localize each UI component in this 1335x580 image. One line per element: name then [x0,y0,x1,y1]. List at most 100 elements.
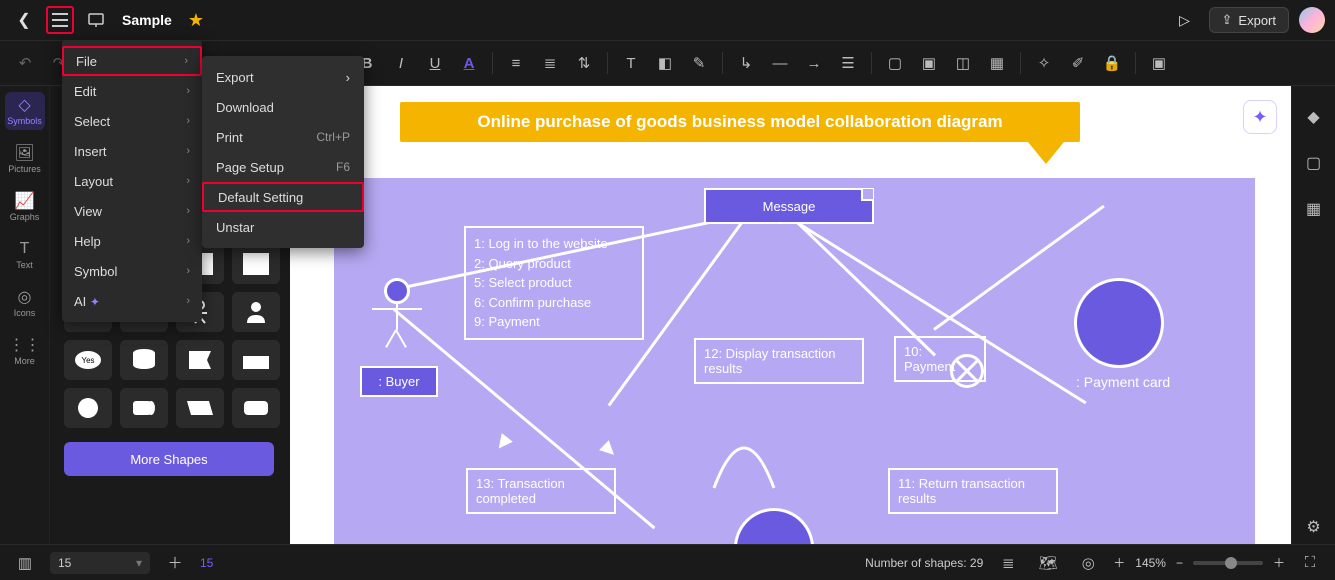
payment-card-circle[interactable] [1074,278,1164,368]
file-submenu: Export› Download PrintCtrl+P Page SetupF… [202,56,364,248]
list-button[interactable]: ☰ [833,48,863,78]
ai-badge[interactable]: ✦ [1243,100,1277,134]
zoom-value: 145% [1135,556,1166,570]
zoom-plus-left[interactable]: ＋ [1113,554,1125,571]
diagram-title-banner[interactable]: Online purchase of goods business model … [400,102,1080,142]
effects-button[interactable]: ✧ [1029,48,1059,78]
menu-insert[interactable]: Insert› [62,136,202,166]
user-avatar[interactable] [1299,7,1325,33]
shape-yes[interactable]: Yes [64,340,112,380]
message-node[interactable]: Message [704,188,874,224]
lock-button[interactable]: 🔒 [1097,48,1127,78]
hamburger-menu-button[interactable] [46,6,74,34]
shape-cylinder[interactable] [120,340,168,380]
back-button[interactable]: ❮ [10,6,38,34]
italic-button[interactable]: I [386,48,416,78]
shape-panel[interactable] [232,244,280,284]
focus-icon[interactable]: ◎ [1073,548,1103,578]
connector-button[interactable]: ↳ [731,48,761,78]
main-menu-dropdown: File› Edit› Select› Insert› Layout› View… [62,40,202,322]
menu-file[interactable]: File› [62,46,202,76]
shape-person[interactable] [232,292,280,332]
menu-view[interactable]: View› [62,196,202,226]
menu-layout[interactable]: Layout› [62,166,202,196]
line-spacing-button[interactable]: ⇅ [569,48,599,78]
page-button[interactable]: ▢ [1303,152,1325,174]
align-center-button[interactable]: ≣ [535,48,565,78]
pen-button[interactable]: ✎ [684,48,714,78]
rail-more[interactable]: ⋮⋮More [5,332,45,370]
rail-graphs[interactable]: 📈Graphs [5,188,45,226]
bottom-node[interactable] [734,508,814,544]
page-selector[interactable]: 15▾ [50,552,150,574]
menu-symbol[interactable]: Symbol› [62,256,202,286]
submenu-unstar[interactable]: Unstar [202,212,364,242]
shape-cylinder-side[interactable] [120,388,168,428]
undo-button[interactable]: ↶ [10,48,40,78]
menu-edit[interactable]: Edit› [62,76,202,106]
fill-button[interactable]: ◧ [650,48,680,78]
document-title[interactable]: Sample [122,12,172,28]
align-left-button[interactable]: ≡ [501,48,531,78]
font-color-button[interactable]: A [454,48,484,78]
edit-button[interactable]: ✐ [1063,48,1093,78]
submenu-export[interactable]: Export› [202,62,364,92]
rail-symbols[interactable]: ◇Symbols [5,92,45,130]
page-layout-icon[interactable]: ▥ [10,548,40,578]
menu-select[interactable]: Select› [62,106,202,136]
rail-pictures[interactable]: 🖼Pictures [5,140,45,178]
zoom-slider[interactable] [1193,561,1263,565]
tx13-node[interactable]: 13: Transaction completed [466,468,616,514]
shape-flag[interactable] [176,340,224,380]
rail-icons[interactable]: ◎Icons [5,284,45,322]
submenu-default-setting[interactable]: Default Setting [202,182,364,212]
layer1-button[interactable]: ▢ [880,48,910,78]
graph-icon: 📈 [16,192,34,210]
shape-parallelogram[interactable] [176,388,224,428]
layers-button[interactable]: ▦ [1303,198,1325,220]
rail-text[interactable]: TText [5,236,45,274]
shape-circle2[interactable] [64,388,112,428]
zoom-minus[interactable]: − [1176,556,1183,570]
shape-count-label: Number of shapes: 29 [865,556,983,570]
left-sidebar: ◇Symbols 🖼Pictures 📈Graphs TText ◎Icons … [0,86,50,544]
more-shapes-button[interactable]: More Shapes [64,442,274,476]
shape-rounded[interactable] [232,388,280,428]
map-icon[interactable]: 🗺 [1033,548,1063,578]
layer3-button[interactable]: ◫ [948,48,978,78]
decision-node[interactable] [950,354,984,388]
export-button[interactable]: ⇪ Export [1209,7,1289,33]
submenu-download[interactable]: Download [202,92,364,122]
status-bar: ▥ 15▾ ＋ 15 Number of shapes: 29 ≣ 🗺 ◎ ＋ … [0,544,1335,580]
play-button[interactable]: ▷ [1171,6,1199,34]
buyer-actor[interactable] [384,278,410,330]
arrow-style-button[interactable]: → [799,48,829,78]
text-icon: T [16,240,34,258]
steps-node[interactable]: 1: Log in to the website 2: Query produc… [464,226,644,340]
topbar: ❮ Sample ★ ▷ ⇪ Export [0,0,1335,40]
presentation-mode-icon[interactable] [82,6,110,34]
shape-header-box[interactable] [232,340,280,380]
submenu-page-setup[interactable]: Page SetupF6 [202,152,364,182]
layer2-button[interactable]: ▣ [914,48,944,78]
settings-button[interactable]: ⚙ [1303,516,1325,538]
menu-help[interactable]: Help› [62,226,202,256]
zoom-plus[interactable]: ＋ [1273,554,1285,571]
submenu-print[interactable]: PrintCtrl+P [202,122,364,152]
add-page-button[interactable]: ＋ [160,548,190,578]
line-style-button[interactable]: — [765,48,795,78]
layers-icon[interactable]: ≣ [993,548,1023,578]
text-tool-button[interactable]: T [616,48,646,78]
underline-button[interactable]: U [420,48,450,78]
canvas[interactable]: Online purchase of goods business model … [290,86,1291,544]
menu-ai[interactable]: AI ✦› [62,286,202,316]
tx12-node[interactable]: 12: Display transaction results [694,338,864,384]
tx11-node[interactable]: 11: Return transaction results [888,468,1058,514]
star-icon[interactable]: ★ [188,10,204,31]
buyer-label[interactable]: : Buyer [360,366,438,397]
image-icon: 🖼 [16,144,34,162]
fullscreen-button[interactable]: ⛶ [1295,548,1325,578]
layer4-button[interactable]: ▦ [982,48,1012,78]
preview-button[interactable]: ▣ [1144,48,1174,78]
theme-button[interactable]: ◆ [1303,106,1325,128]
